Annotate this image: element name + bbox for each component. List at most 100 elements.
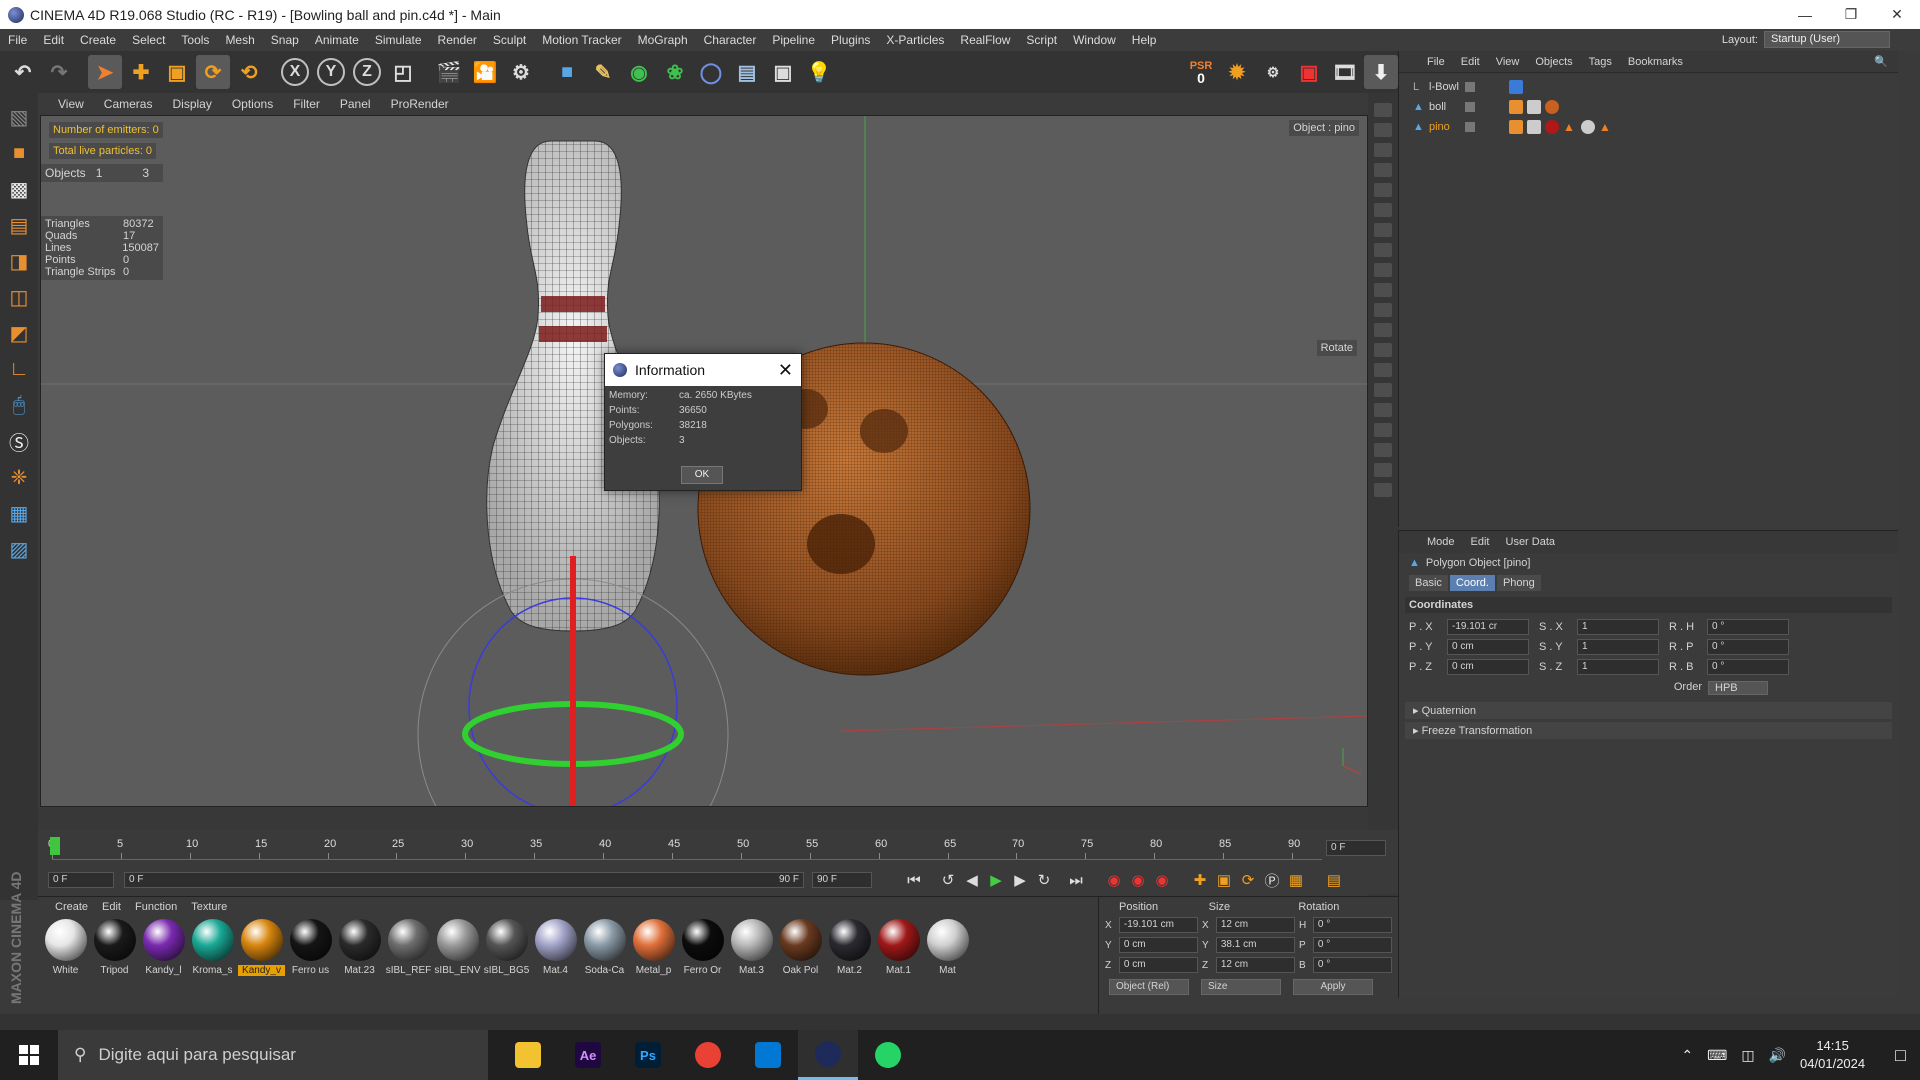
menu-window[interactable]: Window: [1065, 33, 1124, 47]
object-row-boll[interactable]: ▲ boll: [1399, 97, 1898, 117]
scale-key-icon[interactable]: ▣: [1212, 868, 1236, 892]
taskbar-app-whatsapp[interactable]: [858, 1030, 918, 1080]
mm-menu-create[interactable]: Create: [48, 901, 95, 913]
menu-character[interactable]: Character: [696, 33, 765, 47]
z-axis-lock-button[interactable]: Z: [353, 58, 381, 86]
layout-dropdown[interactable]: Startup (User): [1764, 31, 1890, 48]
search-icon[interactable]: 🔍: [1874, 55, 1898, 68]
menu-mograph[interactable]: MoGraph: [630, 33, 696, 47]
material-swatch[interactable]: sIBL_ENV: [434, 919, 481, 976]
scale-tool-icon[interactable]: ▣: [160, 55, 194, 89]
viewport-menu-view[interactable]: View: [48, 97, 94, 111]
strip-icon[interactable]: [1374, 203, 1392, 217]
keyboard-icon[interactable]: ⌨: [1707, 1047, 1727, 1064]
menu-simulate[interactable]: Simulate: [367, 33, 430, 47]
strip-icon[interactable]: [1374, 363, 1392, 377]
camera-icon[interactable]: ▣: [766, 55, 800, 89]
apply-button[interactable]: Apply: [1293, 979, 1373, 995]
rotation-h-field[interactable]: 0 °: [1707, 619, 1789, 635]
om-menu-tags[interactable]: Tags: [1581, 56, 1620, 68]
menu-file[interactable]: File: [0, 33, 35, 47]
axis-mode-icon[interactable]: ∟: [3, 353, 35, 385]
phong-tag-icon[interactable]: [1509, 100, 1523, 114]
material-swatch[interactable]: Mat.23: [336, 919, 383, 976]
rotation-p-input[interactable]: 0 °: [1312, 937, 1392, 953]
strip-icon[interactable]: [1374, 303, 1392, 317]
om-menu-file[interactable]: File: [1419, 56, 1453, 68]
rotation-gizmo[interactable]: [417, 556, 729, 807]
texture-mode-icon[interactable]: ▩: [3, 173, 35, 205]
render-picture-viewer-icon[interactable]: 🎦: [468, 55, 502, 89]
menu-snap[interactable]: Snap: [263, 33, 307, 47]
live-selection-icon[interactable]: ➤: [88, 55, 122, 89]
position-y-input[interactable]: 0 cm: [1118, 937, 1198, 953]
taskbar-app-cinema4d[interactable]: [798, 1030, 858, 1080]
make-editable-icon[interactable]: ▧: [3, 101, 35, 133]
quaternion-group[interactable]: ▸ Quaternion: [1405, 702, 1892, 719]
clock[interactable]: 14:15 04/01/2024: [1800, 1037, 1865, 1073]
strip-icon[interactable]: [1374, 443, 1392, 457]
gear-icon[interactable]: ⚙: [1256, 55, 1290, 89]
texture-tag-icon[interactable]: [1527, 120, 1541, 134]
mm-menu-function[interactable]: Function: [128, 901, 184, 913]
menu-realflow[interactable]: RealFlow: [952, 33, 1018, 47]
material-swatch[interactable]: White: [42, 919, 89, 976]
menu-tools[interactable]: Tools: [173, 33, 217, 47]
timeline[interactable]: 051015202530354045505560657075808590 0 F: [38, 830, 1398, 870]
start-frame-field[interactable]: 0 F: [48, 872, 114, 888]
next-key-icon[interactable]: ↻: [1032, 868, 1056, 892]
windows-start-icon[interactable]: [0, 1030, 58, 1080]
coordinate-system-icon[interactable]: ◰: [386, 55, 420, 89]
material-swatch[interactable]: Mat.3: [728, 919, 775, 976]
workplane-icon[interactable]: ▤: [3, 209, 35, 241]
y-axis-lock-button[interactable]: Y: [317, 58, 345, 86]
material-swatch[interactable]: Mat: [924, 919, 971, 976]
strip-icon[interactable]: [1374, 283, 1392, 297]
phong-tag-icon[interactable]: [1509, 120, 1523, 134]
rotate-tool-icon[interactable]: ⟳: [196, 55, 230, 89]
material-tag-icon[interactable]: [1545, 100, 1559, 114]
visibility-toggle[interactable]: [1465, 102, 1475, 112]
viewport-menu-options[interactable]: Options: [222, 97, 283, 111]
viewport-menu-display[interactable]: Display: [162, 97, 221, 111]
taskbar-app-vscode[interactable]: [738, 1030, 798, 1080]
frame-range-slider[interactable]: 0 F 90 F: [124, 872, 804, 888]
rotation-h-input[interactable]: 0 °: [1312, 917, 1392, 933]
snap-icon[interactable]: ✹: [1220, 55, 1254, 89]
tab-coord[interactable]: Coord.: [1449, 575, 1495, 591]
menu-motion-tracker[interactable]: Motion Tracker: [534, 33, 629, 47]
point-level-icon[interactable]: ▦: [1284, 868, 1308, 892]
strip-icon[interactable]: [1374, 323, 1392, 337]
light-icon[interactable]: 💡: [802, 55, 836, 89]
close-window-button[interactable]: ✕: [1874, 0, 1920, 29]
menu-edit[interactable]: Edit: [35, 33, 72, 47]
strip-icon[interactable]: [1374, 423, 1392, 437]
rotation-p-field[interactable]: 0 °: [1707, 639, 1789, 655]
locked-workplane-icon[interactable]: ▨: [3, 533, 35, 565]
maximize-button[interactable]: ❐: [1828, 0, 1874, 29]
coordinate-mode-dropdown[interactable]: Object (Rel): [1109, 979, 1189, 995]
viewport-menu-prorender[interactable]: ProRender: [381, 97, 459, 111]
om-menu-edit[interactable]: Edit: [1453, 56, 1488, 68]
strip-icon[interactable]: [1374, 383, 1392, 397]
keyframe-selection-icon[interactable]: ◉: [1150, 868, 1174, 892]
size-mode-dropdown[interactable]: Size: [1201, 979, 1281, 995]
material-swatch[interactable]: Oak Pol: [777, 919, 824, 976]
tab-basic[interactable]: Basic: [1409, 575, 1448, 591]
visibility-toggle[interactable]: [1465, 82, 1475, 92]
menu-select[interactable]: Select: [124, 33, 173, 47]
minimize-button[interactable]: —: [1782, 0, 1828, 29]
tab-phong[interactable]: Phong: [1496, 575, 1541, 591]
download-icon[interactable]: ⬇: [1364, 55, 1398, 89]
polygons-mode-icon[interactable]: ◩: [3, 317, 35, 349]
network-icon[interactable]: ◫: [1741, 1047, 1754, 1064]
timeline-window-icon[interactable]: ▤: [1322, 868, 1346, 892]
position-key-icon[interactable]: ✚: [1188, 868, 1212, 892]
close-icon[interactable]: ✕: [778, 360, 793, 381]
menu-create[interactable]: Create: [72, 33, 124, 47]
material-tag-icon[interactable]: [1581, 120, 1595, 134]
material-swatch[interactable]: Mat.4: [532, 919, 579, 976]
menu-mesh[interactable]: Mesh: [217, 33, 262, 47]
menu-sculpt[interactable]: Sculpt: [485, 33, 534, 47]
texture-tag-icon[interactable]: [1527, 100, 1541, 114]
